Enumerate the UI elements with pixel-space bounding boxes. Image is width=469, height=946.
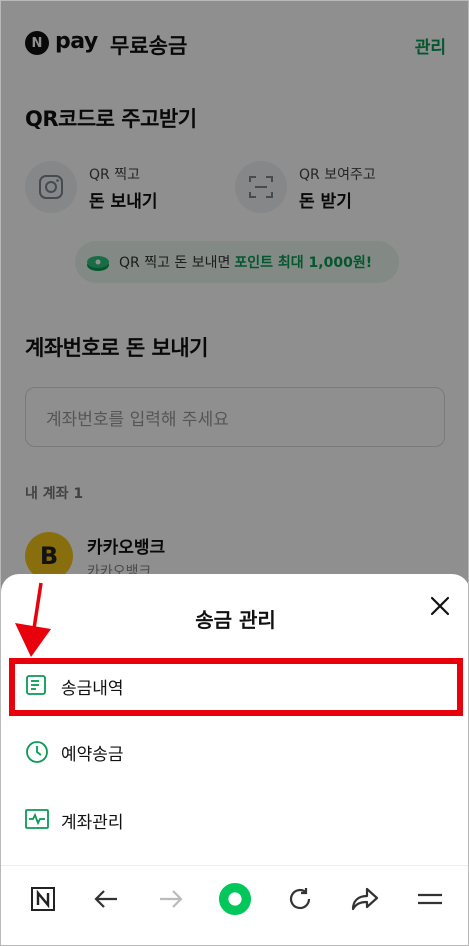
account-chart-icon	[25, 808, 49, 832]
forward-arrow-icon[interactable]	[154, 882, 188, 916]
back-arrow-icon[interactable]	[89, 882, 123, 916]
menu-item-label: 예약송금	[61, 744, 124, 765]
refresh-icon[interactable]	[283, 882, 317, 916]
sheet-title: 송금 관리	[195, 608, 276, 632]
menu-icon[interactable]	[413, 882, 447, 916]
menu-item-label: 계좌관리	[61, 812, 124, 833]
menu-item-label: 송금내역	[61, 678, 124, 699]
close-icon	[430, 596, 450, 616]
naver-home-icon[interactable]	[26, 882, 60, 916]
menu-item-account-management[interactable]: 계좌관리	[25, 796, 445, 844]
browser-nav-bar	[1, 865, 468, 945]
document-icon	[25, 674, 49, 698]
clock-icon	[25, 740, 49, 764]
green-dot-icon[interactable]	[218, 882, 252, 916]
share-icon[interactable]	[348, 882, 382, 916]
close-button[interactable]	[428, 594, 452, 618]
red-arrow-icon	[15, 582, 51, 657]
screen: N pay 무료송금 관리 QR코드로 주고받기 QR 찍고 돈 보내기 QR …	[0, 0, 469, 946]
menu-item-transfer-history[interactable]: 송금내역	[25, 662, 445, 710]
menu-item-scheduled-transfer[interactable]: 예약송금	[25, 728, 445, 776]
